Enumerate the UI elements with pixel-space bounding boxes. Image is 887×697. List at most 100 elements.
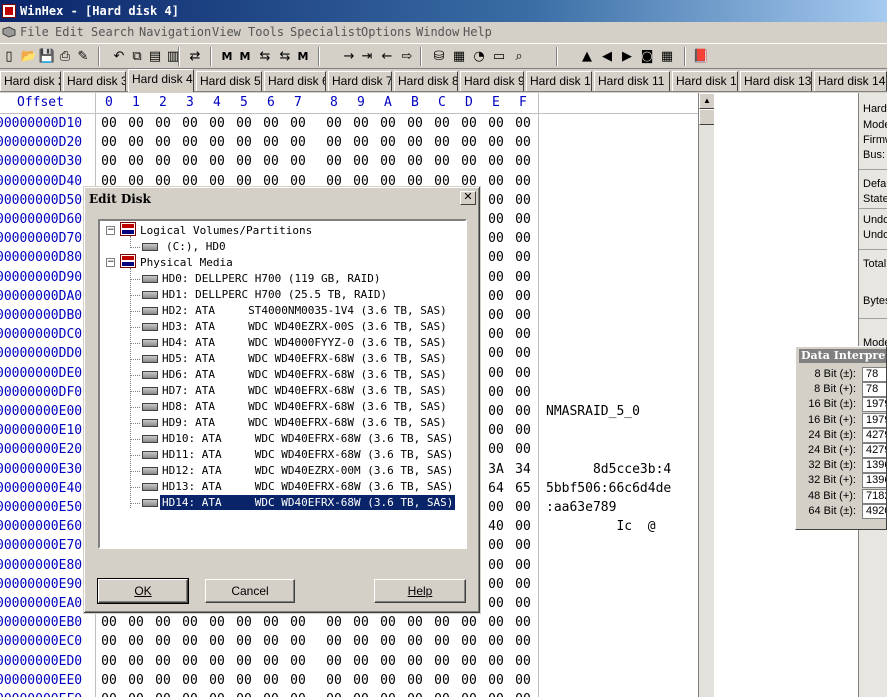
hex-byte[interactable]: 00: [379, 692, 397, 697]
tab-hard-disk-6[interactable]: Hard disk 6: [264, 71, 326, 91]
hex-byte[interactable]: 00: [460, 654, 478, 669]
hex-byte[interactable]: 00: [154, 615, 172, 630]
calculator-icon[interactable]: ▭: [490, 47, 508, 65]
tree-item-physical[interactable]: HD9: ATA WDC WD40EFRX-68W (3.6 TB, SAS): [160, 415, 449, 430]
hex-byte[interactable]: 00: [325, 615, 343, 630]
tree-item-physical[interactable]: HD12: ATA WDC WD40EZRX-00M (3.6 TB, SAS): [160, 463, 455, 478]
hex-byte[interactable]: 00: [487, 193, 505, 208]
menu-help[interactable]: Help: [463, 25, 492, 39]
hex-byte[interactable]: 00: [352, 154, 370, 169]
tab-hard-disk-4[interactable]: Hard disk 4: [128, 69, 194, 92]
hex-byte[interactable]: 00: [352, 673, 370, 688]
hex-byte[interactable]: 00: [154, 654, 172, 669]
hex-byte[interactable]: 00: [514, 174, 532, 189]
tree-item-physical[interactable]: HD0: DELLPERC H700 (119 GB, RAID): [160, 271, 383, 286]
menu-tools[interactable]: Tools: [248, 25, 284, 39]
hex-byte[interactable]: 00: [487, 615, 505, 630]
hex-byte[interactable]: 00: [235, 654, 253, 669]
hex-byte[interactable]: 00: [352, 654, 370, 669]
hex-byte[interactable]: 00: [487, 558, 505, 573]
hex-byte[interactable]: 00: [289, 615, 307, 630]
hex-byte[interactable]: 00: [406, 654, 424, 669]
goto-sector-icon[interactable]: ⇥: [358, 47, 376, 65]
hex-byte[interactable]: 00: [514, 634, 532, 649]
hex-byte[interactable]: 00: [514, 519, 532, 534]
hex-byte[interactable]: 00: [487, 289, 505, 304]
tree-item-physical[interactable]: HD13: ATA WDC WD40EFRX-68W (3.6 TB, SAS): [160, 479, 455, 494]
hex-byte[interactable]: 00: [487, 634, 505, 649]
hex-byte[interactable]: 00: [433, 692, 451, 697]
hex-byte[interactable]: 00: [262, 615, 280, 630]
system-menu-icon[interactable]: [2, 26, 16, 38]
hex-byte[interactable]: 00: [325, 692, 343, 697]
hex-byte[interactable]: 00: [352, 116, 370, 131]
hex-byte[interactable]: 00: [208, 654, 226, 669]
edit-disk-dialog[interactable]: Edit Disk ✕ − Logical Volumes/Partitions (…: [83, 186, 481, 614]
hex-byte[interactable]: 00: [514, 270, 532, 285]
hex-byte[interactable]: 00: [514, 404, 532, 419]
hex-byte[interactable]: 00: [406, 116, 424, 131]
hex-byte[interactable]: 00: [352, 692, 370, 697]
open-icon[interactable]: 📂: [20, 47, 38, 65]
hex-byte[interactable]: 00: [487, 346, 505, 361]
hex-byte[interactable]: 00: [514, 116, 532, 131]
hex-byte[interactable]: 3A: [487, 462, 505, 477]
expand-physical-icon[interactable]: −: [106, 258, 115, 267]
hex-byte[interactable]: 00: [514, 231, 532, 246]
hex-byte[interactable]: 00: [406, 154, 424, 169]
tree-item-physical[interactable]: HD2: ATA ST4000NM0035-1V4 (3.6 TB, SAS): [160, 303, 449, 318]
hex-byte[interactable]: 00: [262, 154, 280, 169]
interpreter-value[interactable]: 78: [862, 382, 886, 398]
hex-byte[interactable]: 00: [100, 673, 118, 688]
menu-view[interactable]: View: [212, 25, 241, 39]
scroll-up-button[interactable]: ▲: [699, 93, 715, 109]
hex-byte[interactable]: 00: [487, 154, 505, 169]
hex-byte[interactable]: 00: [235, 154, 253, 169]
hex-byte[interactable]: 00: [325, 116, 343, 131]
hex-byte[interactable]: 00: [352, 135, 370, 150]
title-bar[interactable]: WinHex - [Hard disk 4]: [0, 0, 887, 22]
save-icon[interactable]: 💾: [38, 47, 56, 65]
hex-byte[interactable]: 00: [289, 135, 307, 150]
hex-byte[interactable]: 00: [487, 385, 505, 400]
hex-byte[interactable]: 34: [514, 462, 532, 477]
hex-byte[interactable]: 00: [514, 346, 532, 361]
hex-byte[interactable]: 00: [181, 692, 199, 697]
back-icon[interactable]: ←: [378, 47, 396, 65]
new-file-icon[interactable]: ▯: [0, 47, 18, 65]
hex-byte[interactable]: 00: [154, 116, 172, 131]
replace-text-icon[interactable]: ⇆: [256, 47, 274, 65]
hex-byte[interactable]: 00: [433, 615, 451, 630]
hex-byte[interactable]: 00: [514, 193, 532, 208]
hex-byte[interactable]: 00: [325, 135, 343, 150]
goto-offset-icon[interactable]: →: [340, 47, 358, 65]
interpreter-value[interactable]: 4920: [862, 503, 886, 519]
hex-byte[interactable]: 00: [514, 385, 532, 400]
hex-byte[interactable]: 00: [487, 404, 505, 419]
ok-button[interactable]: OK: [97, 578, 189, 604]
hex-byte[interactable]: 00: [127, 692, 145, 697]
hex-byte[interactable]: 00: [127, 654, 145, 669]
paste-icon[interactable]: ▤: [146, 47, 164, 65]
hex-byte[interactable]: 00: [433, 634, 451, 649]
hex-byte[interactable]: 00: [487, 231, 505, 246]
hex-byte[interactable]: 00: [127, 634, 145, 649]
hex-byte[interactable]: 65: [514, 481, 532, 496]
back-arrow-icon[interactable]: ◀: [598, 47, 616, 65]
hex-byte[interactable]: 00: [406, 692, 424, 697]
hex-byte[interactable]: 00: [181, 634, 199, 649]
hex-byte[interactable]: 00: [406, 615, 424, 630]
hex-byte[interactable]: 00: [100, 692, 118, 697]
hex-byte[interactable]: 00: [379, 615, 397, 630]
table-icon[interactable]: ▦: [658, 47, 676, 65]
hex-byte[interactable]: 00: [487, 538, 505, 553]
hex-byte[interactable]: 00: [352, 615, 370, 630]
hex-byte[interactable]: 00: [487, 366, 505, 381]
hex-byte[interactable]: 00: [154, 692, 172, 697]
hex-byte[interactable]: 00: [514, 135, 532, 150]
tab-hard-disk-10[interactable]: Hard disk 10: [526, 71, 592, 91]
menu-file[interactable]: File: [20, 25, 49, 39]
menu-navigation[interactable]: Navigation: [139, 25, 211, 39]
hex-byte[interactable]: 00: [235, 116, 253, 131]
interpreter-value[interactable]: 78: [862, 367, 886, 382]
